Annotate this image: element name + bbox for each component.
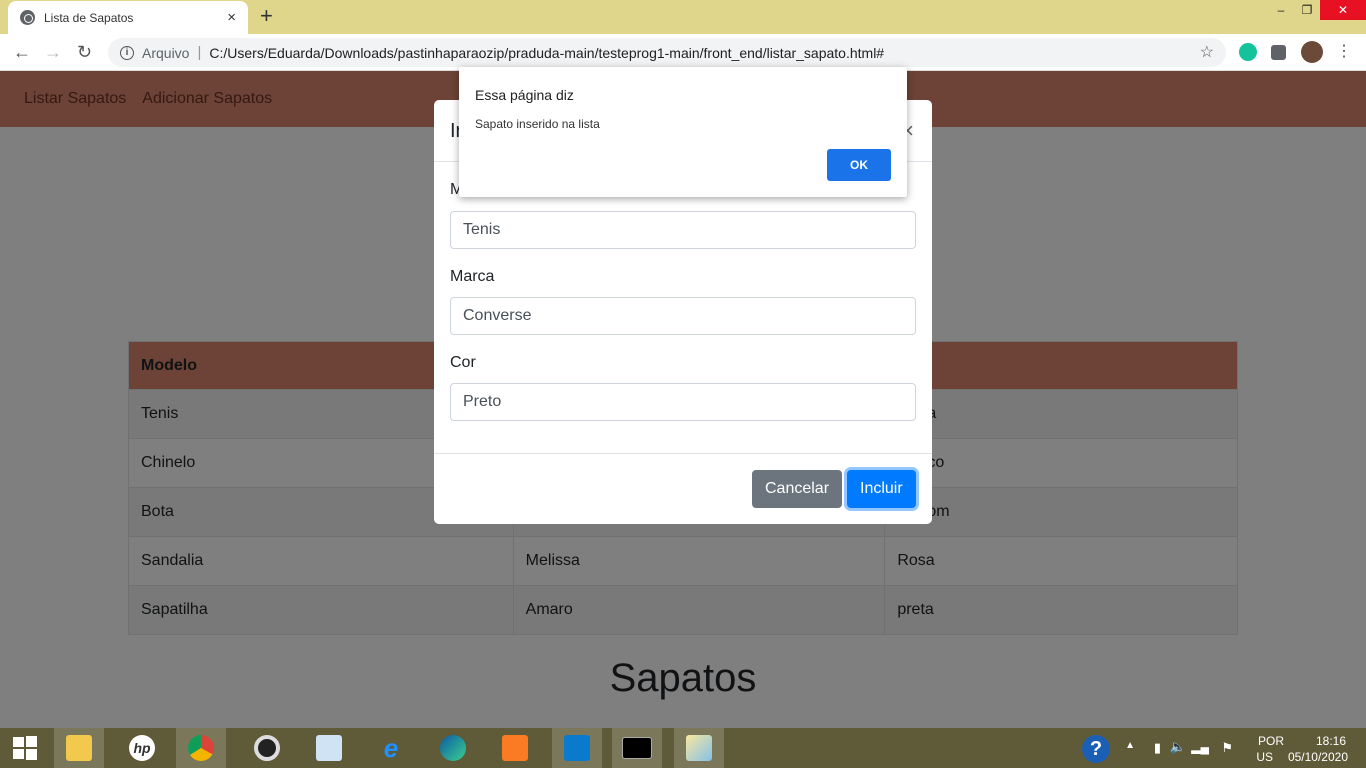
layout-indicator[interactable]: US [1256,750,1273,764]
marca-label: Marca [450,268,495,285]
taskbar-chrome[interactable] [176,728,226,768]
terminal-icon [622,737,652,759]
taskbar-edge[interactable] [428,728,478,768]
folder-icon [66,735,92,761]
window-controls: – ❐ ✕ [1268,0,1366,22]
alert-title: Essa página diz [475,87,574,103]
camera-icon [254,735,280,761]
vscode-icon [564,735,590,761]
protocol-label: Arquivo [142,44,190,61]
taskbar-ie[interactable]: e [366,728,416,768]
marca-input[interactable] [450,297,916,335]
chrome-icon [188,735,214,761]
clock-date[interactable]: 05/10/2020 [1288,750,1348,764]
info-icon[interactable]: i [120,45,134,60]
menu-kebab-icon[interactable]: ⋮ [1336,42,1352,62]
xampp-icon [502,735,528,761]
cor-input[interactable] [450,383,916,421]
tab-title: Lista de Sapatos [44,10,134,25]
internet-explorer-icon: e [383,733,399,763]
url-text[interactable]: C:/Users/Eduarda/Downloads/pastinhaparao… [209,45,884,61]
help-icon[interactable]: ? [1082,735,1110,763]
network-icon[interactable]: ▂▄ [1191,740,1209,754]
browser-tab[interactable]: Lista de Sapatos × [8,1,248,34]
tray-expand-icon[interactable]: ▲ [1125,740,1135,751]
extensions-puzzle-icon[interactable] [1271,45,1286,60]
taskbar-vscode[interactable] [552,728,602,768]
new-tab-button[interactable]: + [260,5,273,27]
wordpad-icon [316,735,342,761]
profile-avatar[interactable] [1301,41,1323,63]
alert-message: Sapato inserido na lista [475,117,600,131]
alert-dialog: Essa página diz Sapato inserido na lista… [459,67,907,197]
tab-close-button[interactable]: × [227,10,236,25]
reload-icon[interactable]: ↻ [77,42,92,62]
taskbar-paint[interactable] [674,728,724,768]
window-close-button[interactable]: ✕ [1320,0,1366,20]
volume-icon[interactable]: 🔈 [1170,739,1186,755]
browser-toolbar: ← → ↻ i Arquivo | C:/Users/Eduarda/Downl… [0,34,1366,71]
taskbar-camera[interactable] [242,728,292,768]
forward-icon[interactable]: → [44,42,62,62]
restore-button[interactable]: ❐ [1294,0,1320,20]
browser-tab-strip: Lista de Sapatos × + – ❐ ✕ [0,0,1366,34]
cancel-button[interactable]: Cancelar [752,470,843,508]
alert-ok-button[interactable]: OK [827,149,891,181]
hp-icon: hp [129,735,155,761]
bookmark-star-icon[interactable]: ☆ [1200,42,1214,62]
globe-icon [20,10,35,25]
paint-icon [686,735,712,761]
edge-icon [440,735,466,761]
minimize-button[interactable]: – [1268,0,1294,20]
address-separator: | [197,44,202,61]
taskbar-file-explorer[interactable] [54,728,104,768]
taskbar-xampp[interactable] [490,728,540,768]
modelo-input[interactable] [450,211,916,249]
cor-label: Cor [450,354,476,371]
address-bar[interactable]: i Arquivo | C:/Users/Eduarda/Downloads/p… [108,38,1226,67]
windows-logo-icon [13,736,37,760]
taskbar-hp[interactable]: hp [117,728,167,768]
windows-taskbar: hp e ? ▲ ▮ 🔈 ▂▄ ⚑ POR US 18:16 05/10/202… [0,728,1366,768]
language-indicator[interactable]: POR [1258,734,1284,748]
back-icon[interactable]: ← [13,42,31,62]
incluir-button[interactable]: Incluir [847,470,916,508]
taskbar-cmd[interactable] [612,728,662,768]
grammarly-icon[interactable] [1239,43,1257,61]
clock-time[interactable]: 18:16 [1316,734,1346,748]
notification-flag-icon[interactable]: ⚑ [1221,740,1233,756]
taskbar-wordpad[interactable] [304,728,354,768]
battery-icon[interactable]: ▮ [1154,740,1161,756]
modal-footer: Cancelar Incluir [434,453,932,524]
start-button[interactable] [0,728,50,768]
